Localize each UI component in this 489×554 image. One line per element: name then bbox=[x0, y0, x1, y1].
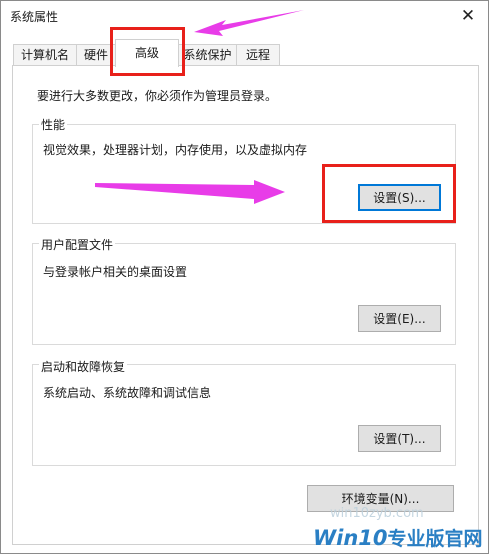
startup-recovery-title: 启动和故障恢复 bbox=[39, 358, 128, 375]
watermark-brand: Win10专业版官网 bbox=[313, 524, 483, 551]
window-title: 系统属性 bbox=[10, 10, 59, 24]
user-profiles-description: 与登录帐户相关的桌面设置 bbox=[43, 265, 188, 279]
user-profiles-settings-button[interactable]: 设置(E)... bbox=[358, 305, 441, 332]
highlight-box-advanced-tab bbox=[110, 27, 185, 76]
performance-title: 性能 bbox=[39, 116, 68, 133]
tab-remote[interactable]: 远程 bbox=[236, 44, 280, 66]
system-properties-window: 系统属性 ✕ 计算机名 硬件 高级 系统保护 远程 要进行大多数更改，你必须作为… bbox=[0, 0, 489, 554]
startup-recovery-settings-button[interactable]: 设置(T)... bbox=[358, 425, 441, 452]
tab-system-protection[interactable]: 系统保护 bbox=[178, 44, 237, 66]
close-icon[interactable]: ✕ bbox=[457, 5, 479, 27]
title-bar: 系统属性 ✕ bbox=[1, 1, 488, 31]
performance-description: 视觉效果，处理器计划，内存使用，以及虚拟内存 bbox=[43, 143, 308, 157]
user-profiles-title: 用户配置文件 bbox=[39, 236, 116, 253]
startup-recovery-description: 系统启动、系统故障和调试信息 bbox=[43, 386, 212, 400]
admin-notice: 要进行大多数更改，你必须作为管理员登录。 bbox=[37, 89, 278, 103]
watermark-url: win10zyb.com bbox=[330, 506, 424, 521]
highlight-box-performance-settings bbox=[322, 164, 456, 223]
watermark-brand-prefix: Win10 bbox=[313, 526, 388, 550]
watermark-brand-suffix: 专业版官网 bbox=[387, 528, 483, 550]
tab-computer-name[interactable]: 计算机名 bbox=[13, 44, 77, 66]
